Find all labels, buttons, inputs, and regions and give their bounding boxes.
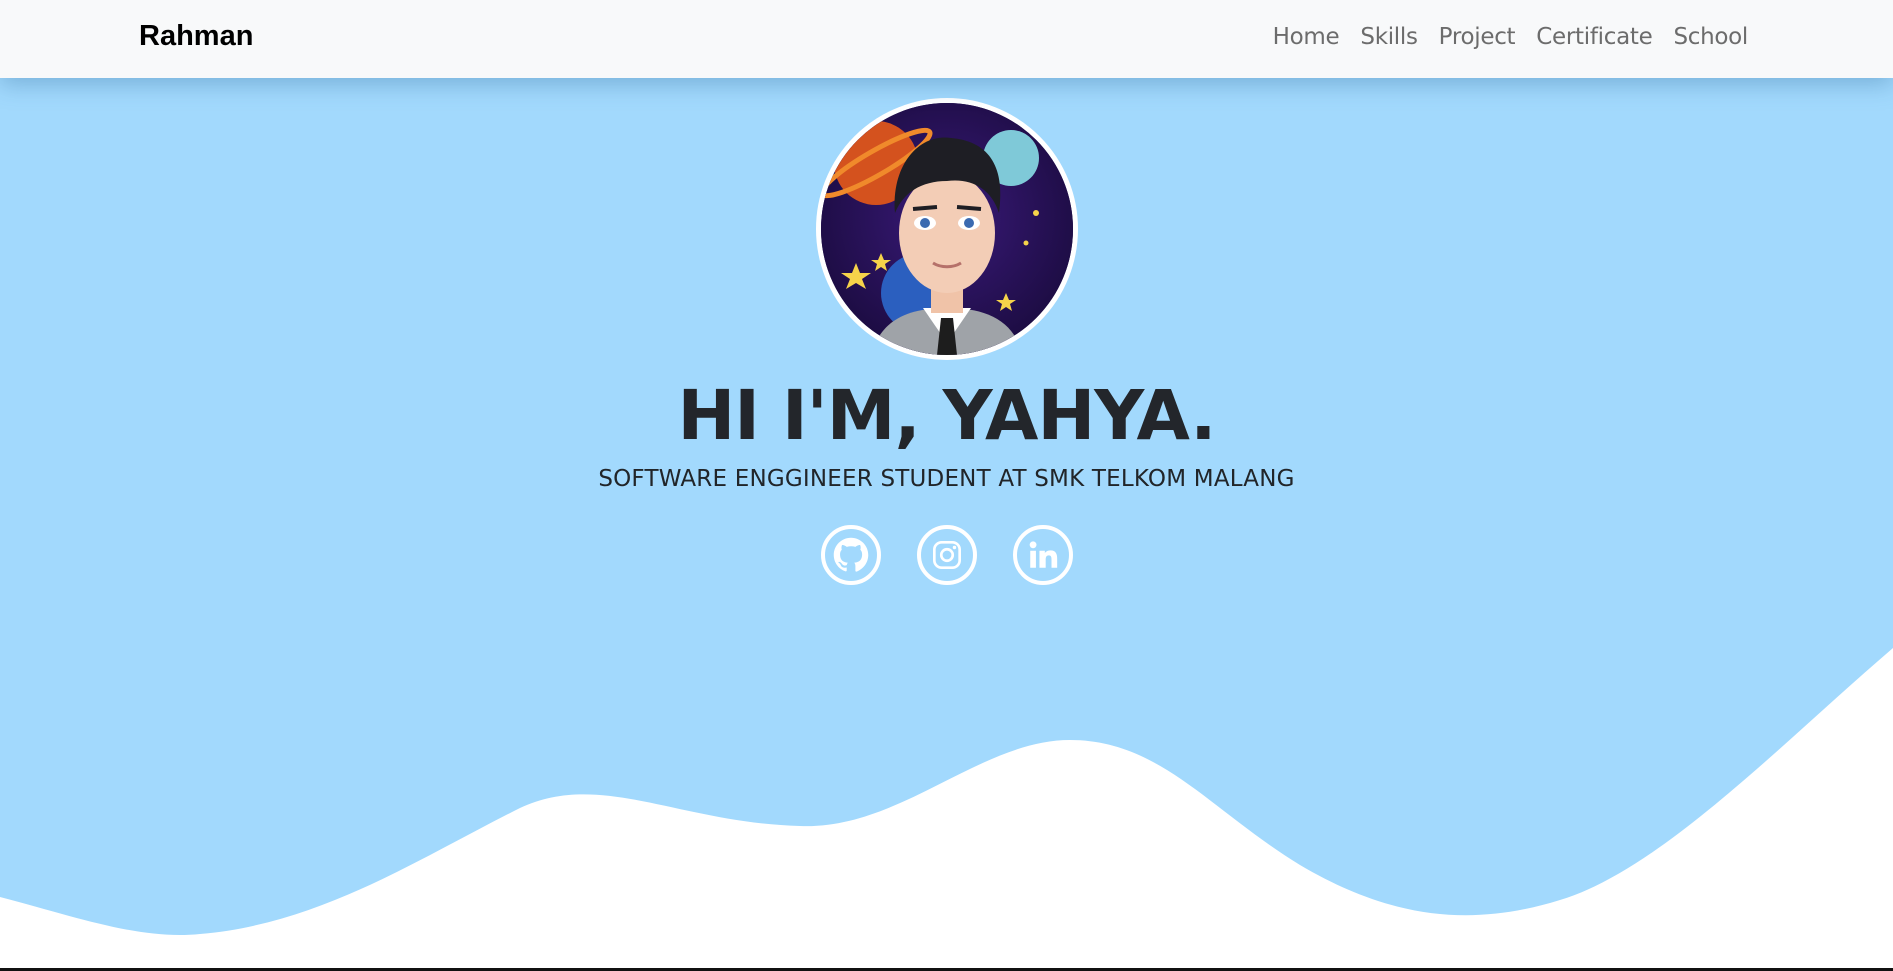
hero-content: HI I'M, YAHYA. SOFTWARE ENGGINEER STUDEN…: [0, 98, 1893, 585]
hero-title: HI I'M, YAHYA.: [677, 376, 1217, 456]
nav-item-home: Home: [1273, 24, 1340, 50]
nav-link-school[interactable]: School: [1673, 24, 1748, 50]
nav-link-home[interactable]: Home: [1273, 24, 1340, 50]
github-button[interactable]: [820, 525, 881, 585]
nav-link-project[interactable]: Project: [1439, 24, 1516, 50]
social-links: [0, 525, 1893, 585]
nav-menu: Home Skills Project Certificate School: [1252, 24, 1749, 50]
avatar: [815, 98, 1078, 360]
nav-item-skills: Skills: [1360, 24, 1418, 50]
nav-item-school: School: [1673, 24, 1748, 50]
nav-item-certificate: Certificate: [1536, 24, 1652, 50]
nav-link-certificate[interactable]: Certificate: [1536, 24, 1652, 50]
nav-link-skills[interactable]: Skills: [1360, 24, 1418, 50]
linkedin-button[interactable]: [1012, 525, 1073, 585]
github-icon: [833, 537, 868, 572]
hero-subtitle: SOFTWARE ENGGINEER STUDENT AT SMK TELKOM…: [598, 466, 1295, 492]
navbar: Rahman Home Skills Project Certificate S…: [0, 0, 1893, 78]
nav-item-project: Project: [1439, 24, 1516, 50]
instagram-icon: [932, 541, 961, 569]
instagram-button[interactable]: [916, 525, 977, 585]
linkedin-icon: [1029, 541, 1057, 568]
brand-logo[interactable]: Rahman: [139, 20, 253, 53]
avatar-portrait-icon: [820, 103, 1073, 355]
